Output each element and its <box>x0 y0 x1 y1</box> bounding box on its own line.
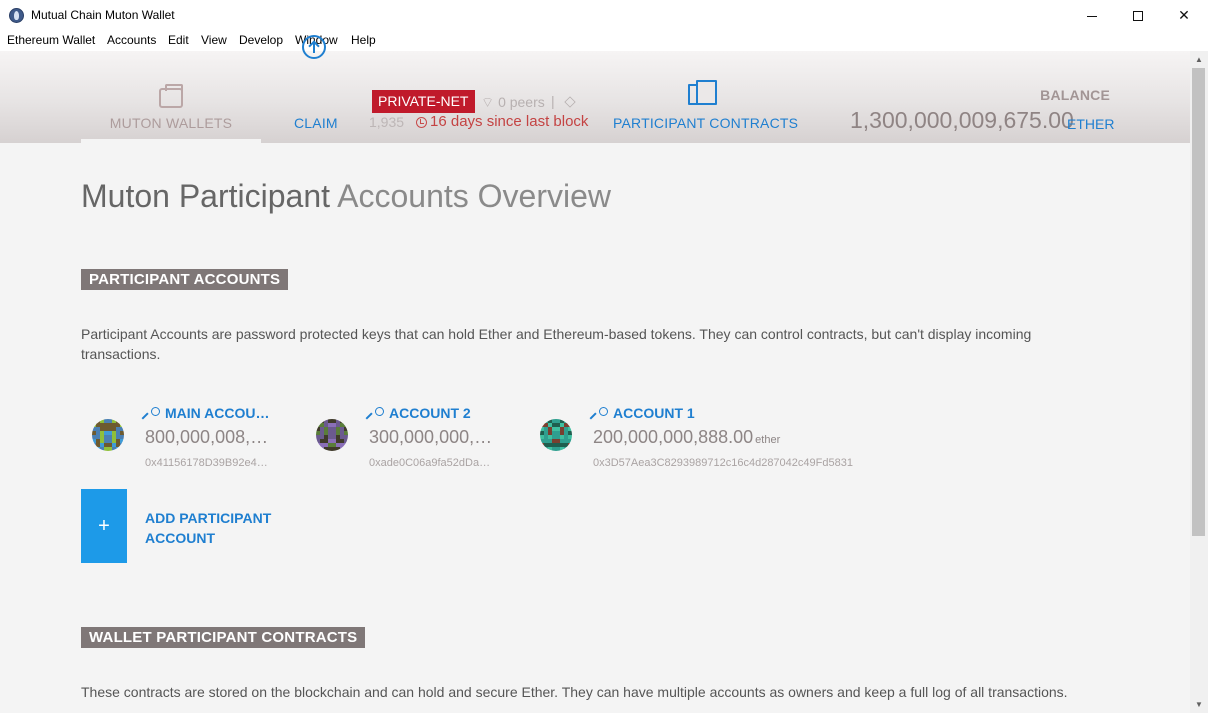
account-identicon <box>540 419 572 451</box>
participant-accounts-header: PARTICIPANT ACCOUNTS <box>81 269 289 290</box>
account-name[interactable]: MAIN ACCOU… <box>165 405 269 421</box>
balance-value: 1,300,000,009,675.00 <box>850 107 1074 133</box>
block-number: 1,935 <box>369 114 405 130</box>
peer-count: ⌔ 0 peers <box>481 94 545 110</box>
account-balance: 300,000,000,… <box>369 427 494 448</box>
account-address: 0xade0C06a9fa52dDa… <box>369 457 491 469</box>
claim-upload-icon[interactable] <box>302 35 326 59</box>
balance-unit[interactable]: ETHER <box>1067 116 1114 132</box>
nav-claim[interactable]: CLAIM <box>294 115 338 131</box>
clock-icon <box>416 117 427 128</box>
wallet-icon <box>159 84 183 108</box>
page-title-bold: Muton Participant <box>81 178 331 214</box>
account-balance-value: 200,000,000,888.00 <box>593 427 754 447</box>
add-participant-account-button[interactable]: + <box>81 489 127 563</box>
peers-text: 0 peers <box>498 94 545 110</box>
app-logo-icon <box>9 8 24 23</box>
add-participant-account-label[interactable]: ADD PARTICIPANT ACCOUNT <box>145 508 295 548</box>
account-address: 0x41156178D39B92e4… <box>145 457 268 469</box>
scrollbar-thumb[interactable] <box>1192 68 1205 536</box>
scroll-up-arrow-icon[interactable]: ▲ <box>1190 51 1208 68</box>
key-icon <box>594 407 608 421</box>
page-title-light: Accounts Overview <box>337 178 612 214</box>
account-balance: 800,000,008,… <box>145 427 270 448</box>
menu-ethereum-wallet[interactable]: Ethereum Wallet <box>7 33 95 47</box>
menu-accounts[interactable]: Accounts <box>107 33 156 47</box>
nav-participant-contracts[interactable]: PARTICIPANT CONTRACTS <box>613 115 798 131</box>
account-balance-value: 300,000,000,… <box>369 427 493 447</box>
menu-edit[interactable]: Edit <box>168 33 189 47</box>
account-address: 0x3D57Aea3C8293989712c16c4d287042c49Fd58… <box>593 457 853 469</box>
menu-develop[interactable]: Develop <box>239 33 283 47</box>
account-balance-unit: ether <box>755 434 781 446</box>
account-card-main[interactable]: MAIN ACCOU… 800,000,008,… 0x41156178D39B… <box>81 403 291 473</box>
scroll-down-arrow-icon[interactable]: ▼ <box>1190 696 1208 713</box>
nav-muton-wallets-label: MUTON WALLETS <box>109 115 233 131</box>
window-title: Mutual Chain Muton Wallet <box>31 8 175 22</box>
account-card-1[interactable]: ACCOUNT 1 200,000,000,888.00 ether 0x3D57… <box>529 403 869 473</box>
balance-label: BALANCE <box>1040 87 1110 103</box>
account-balance: 200,000,000,888.00 ether <box>593 427 780 448</box>
account-identicon <box>92 419 124 451</box>
nav-muton-wallets[interactable]: MUTON WALLETS <box>81 71 261 143</box>
account-identicon <box>316 419 348 451</box>
window-titlebar: Mutual Chain Muton Wallet ✕ <box>0 0 1208 31</box>
minimize-button[interactable] <box>1069 0 1115 31</box>
maximize-button[interactable] <box>1115 0 1161 31</box>
minimize-icon <box>1087 16 1097 17</box>
wallet-contracts-description: These contracts are stored on the blockc… <box>81 684 1068 700</box>
page-title: Muton Participant Accounts Overview <box>81 178 611 215</box>
menu-bar: Ethereum Wallet Accounts Edit View Devel… <box>0 31 1208 51</box>
key-icon <box>146 407 160 421</box>
vertical-scrollbar[interactable]: ▲ ▼ <box>1190 51 1208 713</box>
network-badge: PRIVATE-NET <box>372 90 475 113</box>
active-tab-indicator <box>81 139 261 143</box>
contracts-documents-icon[interactable] <box>688 80 717 105</box>
account-card-2[interactable]: ACCOUNT 2 300,000,000,… 0xade0C06a9fa52d… <box>305 403 515 473</box>
account-name[interactable]: ACCOUNT 1 <box>613 405 695 421</box>
maximize-icon <box>1133 10 1143 21</box>
account-name[interactable]: ACCOUNT 2 <box>389 405 471 421</box>
key-icon <box>370 407 384 421</box>
close-button[interactable]: ✕ <box>1161 0 1207 31</box>
last-block-status: 16 days since last block <box>430 113 589 130</box>
wallet-participant-contracts-header: WALLET PARTICIPANT CONTRACTS <box>81 627 366 648</box>
status-separator: | <box>551 93 555 109</box>
participant-accounts-description: Participant Accounts are password protec… <box>81 326 1032 362</box>
account-balance-value: 800,000,008,… <box>145 427 269 447</box>
menu-help[interactable]: Help <box>351 33 376 47</box>
menu-view[interactable]: View <box>201 33 227 47</box>
